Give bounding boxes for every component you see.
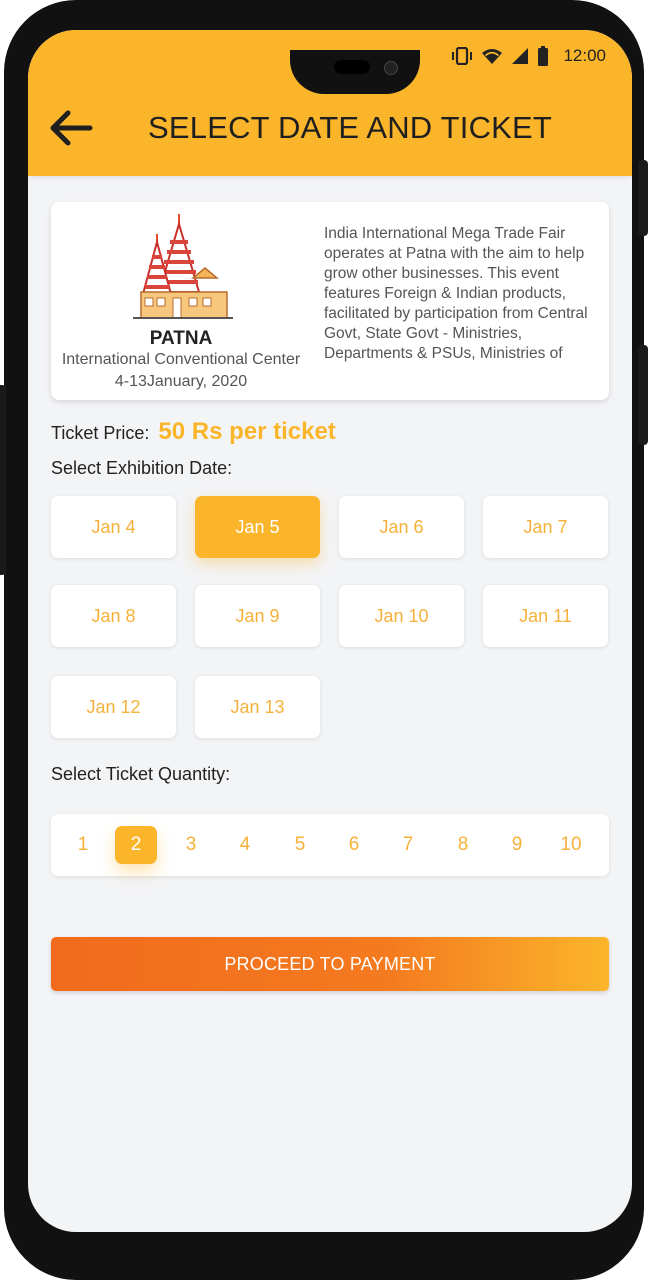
vibrate-icon (452, 47, 473, 65)
ticket-price: Ticket Price: 50 Rs per ticket (51, 418, 336, 446)
phone-frame: 12:00 SELECT DATE AND TICKET PATNA Inter… (0, 0, 648, 1280)
quantity-option[interactable]: 5 (279, 826, 321, 864)
date-option[interactable]: Jan 10 (339, 585, 464, 647)
date-option-selected[interactable]: Jan 5 (195, 496, 320, 558)
event-city: PATNA (149, 328, 213, 349)
camera-notch (290, 50, 420, 94)
phone-side-button-right-bottom (638, 345, 648, 445)
status-icons: 12:00 (451, 46, 606, 66)
quantity-option[interactable]: 9 (496, 826, 538, 864)
date-section-label: Select Exhibition Date: (51, 458, 233, 478)
quantity-option[interactable]: 1 (62, 826, 104, 864)
date-option[interactable]: Jan 9 (195, 585, 320, 647)
date-option[interactable]: Jan 12 (51, 676, 176, 738)
temple-logo-icon (133, 214, 233, 319)
quantity-option[interactable]: 6 (333, 826, 375, 864)
quantity-option[interactable]: 4 (224, 826, 266, 864)
status-time: 12:00 (563, 46, 606, 65)
phone-side-button-right-top (638, 160, 648, 236)
event-description: India International Mega Trade Fair oper… (324, 225, 588, 362)
quantity-option[interactable]: 10 (550, 826, 592, 864)
back-arrow-icon (50, 110, 93, 146)
quantity-section-label: Select Ticket Quantity: (51, 764, 231, 784)
event-card: PATNA International Conventional Center … (51, 202, 609, 400)
screen: 12:00 SELECT DATE AND TICKET PATNA Inter… (28, 30, 632, 1232)
event-venue: International Conventional Center (61, 351, 301, 368)
phone-side-button-left (0, 385, 6, 575)
date-option[interactable]: Jan 11 (483, 585, 608, 647)
battery-icon (538, 46, 549, 66)
date-option[interactable]: Jan 6 (339, 496, 464, 558)
app-bar: SELECT DATE AND TICKET (28, 80, 632, 176)
quantity-option-selected[interactable]: 2 (115, 826, 157, 864)
proceed-to-payment-button[interactable]: PROCEED TO PAYMENT (51, 937, 609, 991)
date-option[interactable]: Jan 8 (51, 585, 176, 647)
page-title: SELECT DATE AND TICKET (148, 110, 553, 145)
quantity-option[interactable]: 7 (387, 826, 429, 864)
date-option[interactable]: Jan 13 (195, 676, 320, 738)
event-dates: 4-13January, 2020 (114, 373, 248, 390)
wifi-icon (482, 49, 503, 64)
signal-icon (512, 48, 529, 64)
ticket-price-label: Ticket Price: (51, 423, 150, 443)
back-button[interactable] (48, 108, 94, 148)
quantity-option[interactable]: 8 (442, 826, 484, 864)
quantity-option[interactable]: 3 (170, 826, 212, 864)
ticket-price-value: 50 Rs per ticket (158, 418, 336, 445)
date-option[interactable]: Jan 4 (51, 496, 176, 558)
quantity-selector: 1 2 3 4 5 6 7 8 9 10 (51, 814, 609, 876)
date-option[interactable]: Jan 7 (483, 496, 608, 558)
